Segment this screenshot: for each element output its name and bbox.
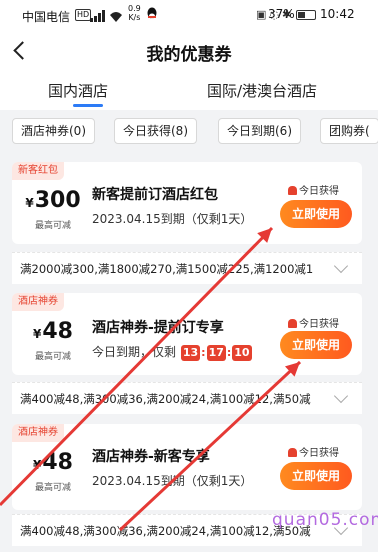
coupon-card: 酒店神券 ¥48 最高可减 酒店神券-新客专享 2023.04.15到期（仅剩1… (12, 424, 362, 510)
bell-icon (288, 319, 297, 328)
amount-value: 300 (34, 188, 81, 213)
coupon-expiry: 2023.04.15到期（仅剩1天） (92, 474, 253, 488)
coupon-amount: ¥48 最高可减 (24, 319, 82, 362)
coupon-rules[interactable]: 满2000减300,满1800减270,满1500减225,满1200减1 (12, 252, 362, 284)
obtained-today-label: 今日获得 (288, 315, 339, 330)
watermark: quan05.com (272, 510, 378, 530)
coupon-tag: 新客红包 (12, 162, 64, 180)
coupon-tag: 酒店神券 (12, 424, 64, 442)
coupon-amount: ¥48 最高可减 (24, 450, 82, 493)
obtained-today-label: 今日获得 (288, 182, 339, 197)
hd-badge: HD (75, 9, 92, 21)
obtained-text: 今日获得 (299, 448, 339, 459)
bell-icon (288, 186, 297, 195)
use-now-button[interactable]: 立即使用 (280, 200, 352, 228)
amount-caption: 最高可减 (34, 483, 71, 493)
use-now-button[interactable]: 立即使用 (280, 331, 352, 359)
net-speed-value: 0.9 (128, 4, 141, 13)
countdown-seconds: 10 (232, 345, 252, 361)
countdown-hours: 13 (180, 345, 201, 361)
qq-icon (147, 7, 157, 19)
obtained-text: 今日获得 (299, 186, 339, 197)
filter-chip-expiring-today[interactable]: 今日到期(6) (218, 118, 301, 144)
bell-icon (288, 448, 297, 457)
coupon-card: 酒店神券 ¥48 最高可减 酒店神券-提前订专享 今日到期，仅剩 13:17:1… (12, 293, 362, 375)
coupon-card: 新客红包 ¥300 最高可减 新客提前订酒店红包 2023.04.15到期（仅剩… (12, 162, 362, 244)
tab-international-hotels[interactable]: 国际/港澳台酒店 (207, 80, 317, 101)
amount-caption: 最高可减 (34, 352, 71, 362)
net-speed-unit: K/s (128, 13, 141, 22)
rules-text: 满2000减300,满1800减270,满1500减225,满1200减1 (20, 262, 314, 276)
amount-value: 48 (42, 319, 73, 344)
coupon-name: 酒店神券-提前订专享 (92, 320, 224, 336)
net-speed: 0.9 K/s (128, 4, 141, 22)
obtained-today-label: 今日获得 (288, 444, 339, 459)
active-tab-indicator (73, 104, 103, 107)
chevron-down-icon[interactable] (333, 258, 349, 274)
filter-bar: 酒店神券(0) 今日获得(8) 今日到期(6) 团购券( (0, 110, 378, 152)
obtained-text: 今日获得 (299, 319, 339, 330)
carrier-label: 中国电信 (22, 10, 71, 24)
rules-text: 满400减48,满300减36,满200减24,满100减12,满50减 (20, 392, 311, 406)
signal-icon (90, 10, 122, 22)
coupon-name: 酒店神券-新客专享 (92, 449, 210, 465)
status-bar: 中国电信 HD 0.9 K/s ▣◌✱ 37% 10:42 (0, 0, 378, 30)
countdown-minutes: 17 (206, 345, 226, 361)
coupon-name: 新客提前订酒店红包 (92, 187, 218, 203)
currency-symbol: ¥ (33, 458, 42, 472)
chevron-down-icon[interactable] (333, 388, 349, 404)
coupon-tag: 酒店神券 (12, 293, 64, 311)
filter-chip-group-buy[interactable]: 团购券( (320, 118, 378, 144)
coupon-amount: ¥300 最高可减 (24, 188, 82, 231)
battery-icon (296, 10, 316, 20)
battery-percent: 37% (268, 7, 295, 21)
filter-chip-obtained-today[interactable]: 今日获得(8) (114, 118, 197, 144)
tab-bar: 国内酒店 国际/港澳台酒店 (0, 74, 378, 110)
coupon-expiry: 今日到期，仅剩 13:17:10 (92, 345, 252, 361)
expiry-prefix: 今日到期，仅剩 (92, 345, 177, 359)
page-title: 我的优惠券 (146, 45, 232, 65)
currency-symbol: ¥ (25, 196, 34, 210)
coupon-expiry: 2023.04.15到期（仅剩1天） (92, 212, 253, 226)
nav-bar: 我的优惠券 (0, 30, 378, 74)
use-now-button[interactable]: 立即使用 (280, 462, 352, 490)
amount-value: 48 (42, 450, 73, 475)
currency-symbol: ¥ (33, 327, 42, 341)
coupon-rules[interactable]: 满400减48,满300减36,满200减24,满100减12,满50减 (12, 382, 362, 414)
clock: 10:42 (320, 7, 355, 21)
amount-caption: 最高可减 (34, 221, 71, 231)
filter-chip-hotel-coupons[interactable]: 酒店神券(0) (12, 118, 95, 144)
tab-domestic-hotels[interactable]: 国内酒店 (48, 80, 108, 101)
